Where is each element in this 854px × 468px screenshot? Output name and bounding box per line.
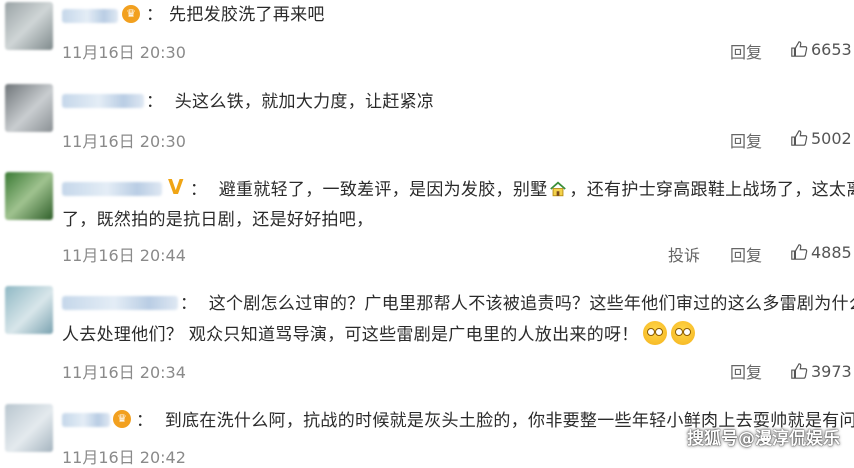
grinning-emoji-icon (670, 321, 695, 345)
avatar[interactable] (5, 2, 53, 50)
thumbs-up-icon (791, 41, 808, 57)
avatar[interactable] (5, 286, 53, 334)
comment-time: 11月16日 20:30 (62, 132, 186, 151)
thumbs-up-icon (791, 130, 808, 146)
blurred-username[interactable] (62, 413, 110, 427)
comment-text-continued: 了，既然拍的是抗日剧，还是好好拍吧， (62, 210, 374, 230)
watermark: 搜狐号@漫淳侃娱乐 (687, 429, 840, 449)
like-count: 4885 (811, 243, 852, 262)
like-button[interactable]: 6653 (790, 40, 852, 59)
member-badge-icon: ♛ (113, 410, 131, 428)
reply-button[interactable]: 回复 (730, 39, 762, 63)
comment-time: 11月16日 20:34 (62, 363, 186, 382)
avatar[interactable] (5, 404, 53, 452)
blurred-username[interactable] (62, 182, 162, 196)
comment-text: ： 头这么铁，就加大力度，让赶紧凉 (146, 92, 435, 112)
vip-badge-icon: V (168, 175, 184, 199)
reply-button[interactable]: 回复 (730, 242, 762, 266)
member-badge-icon: ♛ (122, 5, 140, 23)
comment-time: 11月16日 20:42 (62, 448, 186, 467)
blurred-username[interactable] (62, 296, 178, 310)
comment-time: 11月16日 20:44 (62, 246, 186, 265)
avatar[interactable] (5, 84, 53, 132)
like-count: 3973 (811, 362, 852, 381)
comment-text: ： 先把发胶洗了再来吧 (146, 5, 325, 25)
like-button[interactable]: 5002 (790, 129, 852, 148)
comment-text: ： 这个剧怎么过审的？广电里那帮人不该被追责吗？这些年他们审过的这么多雷剧为什么… (180, 294, 854, 314)
blurred-username[interactable] (62, 94, 144, 108)
comment-text-continued: 人去处理他们？ 观众只知道骂导演，可这些雷剧是广电里的人放出来的呀！ (62, 320, 695, 350)
comment-time: 11月16日 20:30 (62, 43, 186, 62)
like-button[interactable]: 4885 (790, 243, 852, 262)
thumbs-up-icon (791, 363, 808, 379)
like-button[interactable]: 3973 (790, 362, 852, 381)
report-button[interactable]: 投诉 (668, 242, 700, 266)
blurred-username[interactable] (62, 9, 118, 23)
grinning-emoji-icon (642, 321, 667, 345)
comment-text: ： 避重就轻了，一致差评，是因为发胶，别墅 ，还有护士穿高跟鞋上战场了，这太离谱 (190, 180, 854, 200)
like-count: 5002 (811, 129, 852, 148)
reply-button[interactable]: 回复 (730, 359, 762, 383)
reply-button[interactable]: 回复 (730, 128, 762, 152)
avatar[interactable] (5, 172, 53, 220)
thumbs-up-icon (791, 244, 808, 260)
house-emoji-icon (550, 181, 567, 197)
like-count: 6653 (811, 40, 852, 59)
